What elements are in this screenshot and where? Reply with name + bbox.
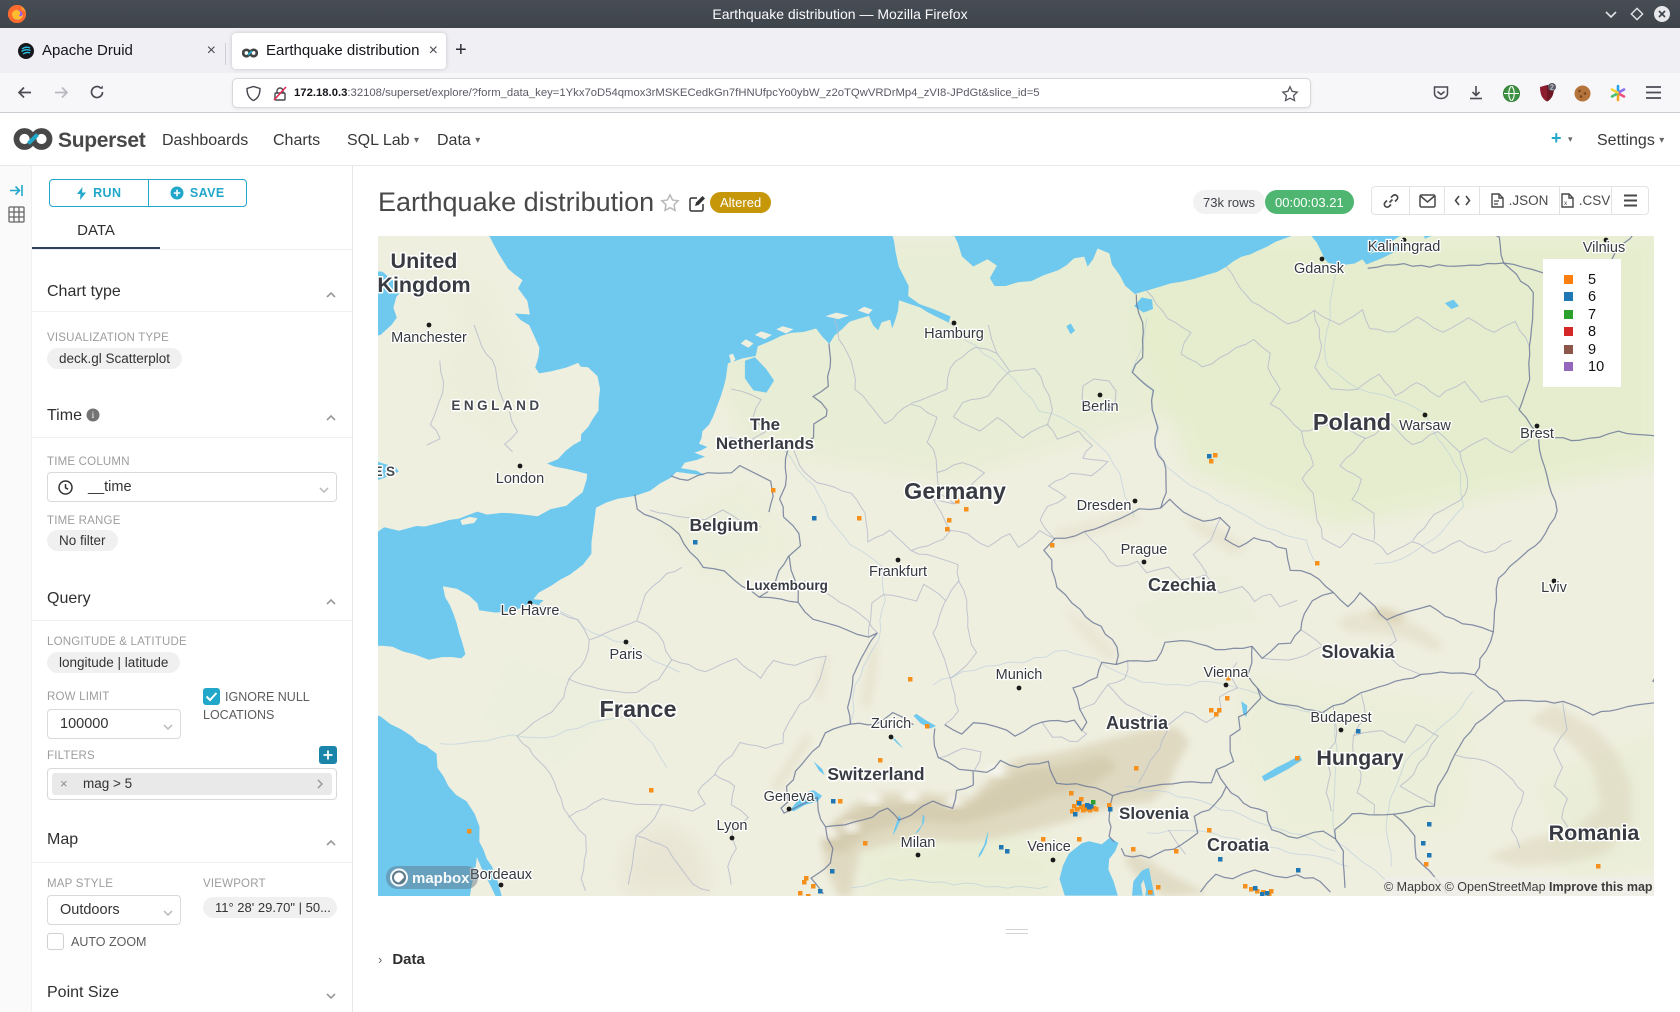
svg-text:Gdansk: Gdansk <box>1294 261 1345 277</box>
svg-text:Munich: Munich <box>996 667 1043 683</box>
svg-text:5: 5 <box>1588 272 1596 288</box>
svg-text:Budapest: Budapest <box>1310 710 1371 726</box>
svg-text:United: United <box>391 249 458 273</box>
svg-text:Berlin: Berlin <box>1081 399 1118 415</box>
svg-text:Brest: Brest <box>1520 426 1554 442</box>
svg-text:Czechia: Czechia <box>1148 575 1217 595</box>
svg-text:Romania: Romania <box>1549 821 1641 845</box>
svg-text:Le Havre: Le Havre <box>501 603 560 619</box>
svg-text:Zurich: Zurich <box>871 716 911 732</box>
svg-text:Manchester: Manchester <box>391 330 467 346</box>
svg-text:Hungary: Hungary <box>1316 746 1403 770</box>
svg-text:8: 8 <box>1588 324 1596 340</box>
svg-text:Hamburg: Hamburg <box>924 326 984 342</box>
svg-text:Luxembourg: Luxembourg <box>746 578 828 593</box>
svg-text:Lyon: Lyon <box>717 818 748 834</box>
svg-text:The: The <box>750 415 780 434</box>
svg-text:ENGLAND: ENGLAND <box>451 398 542 413</box>
svg-text:Austria: Austria <box>1106 713 1169 733</box>
svg-text:i: i <box>92 411 95 421</box>
svg-text:Paris: Paris <box>609 647 642 663</box>
svg-text:10: 10 <box>1588 359 1604 375</box>
svg-text:Germany: Germany <box>904 478 1006 504</box>
svg-text:Vilnius: Vilnius <box>1583 240 1625 256</box>
svg-text:Milan: Milan <box>901 835 936 851</box>
svg-text:Dresden: Dresden <box>1077 498 1132 514</box>
svg-text:London: London <box>496 471 544 487</box>
svg-text:7: 7 <box>1588 307 1596 323</box>
svg-text:Prague: Prague <box>1121 542 1168 558</box>
svg-text:9: 9 <box>1588 342 1596 358</box>
svg-text:Lviv: Lviv <box>1541 580 1568 596</box>
svg-text:x: x <box>1564 200 1568 207</box>
svg-text:Frankfurt: Frankfurt <box>869 564 927 580</box>
svg-text:Venice: Venice <box>1027 839 1071 855</box>
svg-text:ES: ES <box>378 464 399 479</box>
svg-text:mapbox: mapbox <box>412 870 470 887</box>
svg-text:Belgium: Belgium <box>689 515 758 535</box>
svg-text:Switzerland: Switzerland <box>827 764 924 784</box>
svg-text:Netherlands: Netherlands <box>716 434 814 453</box>
svg-text:France: France <box>599 696 676 722</box>
svg-text:Kingdom: Kingdom <box>378 273 471 297</box>
svg-text:Slovenia: Slovenia <box>1119 804 1189 823</box>
svg-text:Bordeaux: Bordeaux <box>470 867 533 883</box>
svg-text:Geneva: Geneva <box>764 789 816 805</box>
svg-text:Slovakia: Slovakia <box>1321 642 1395 662</box>
svg-text:Poland: Poland <box>1313 409 1391 435</box>
svg-text:2: 2 <box>1550 85 1554 92</box>
svg-text:Vienna: Vienna <box>1204 665 1250 681</box>
svg-text:Warsaw: Warsaw <box>1399 418 1451 434</box>
svg-text:© Mapbox © OpenStreetMap Impro: © Mapbox © OpenStreetMap Improve this ma… <box>1384 880 1653 894</box>
svg-text:6: 6 <box>1588 289 1596 305</box>
svg-text:Kaliningrad: Kaliningrad <box>1368 239 1441 255</box>
svg-text:Croatia: Croatia <box>1207 835 1270 855</box>
